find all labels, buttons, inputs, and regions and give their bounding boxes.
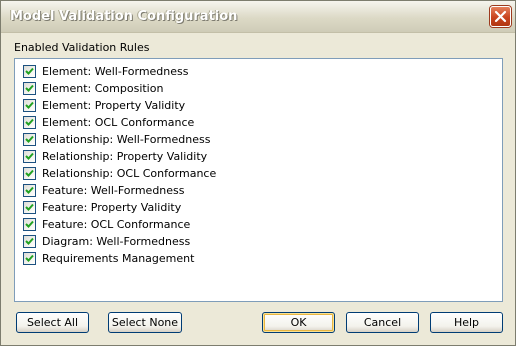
- check-icon: [25, 84, 34, 92]
- rule-checkbox[interactable]: [23, 149, 36, 163]
- check-icon: [25, 186, 34, 194]
- rule-label: Relationship: OCL Conformance: [42, 166, 217, 180]
- cancel-button[interactable]: Cancel: [346, 312, 419, 333]
- select-none-button[interactable]: Select None: [108, 312, 182, 333]
- rule-item[interactable]: Relationship: Well-Formedness: [23, 131, 210, 147]
- rule-label: Feature: Property Validity: [42, 200, 182, 214]
- rule-checkbox[interactable]: [23, 183, 36, 197]
- rule-item[interactable]: Element: Well-Formedness: [23, 63, 189, 79]
- check-icon: [25, 237, 34, 245]
- check-icon: [25, 254, 34, 262]
- select-all-button[interactable]: Select All: [16, 312, 89, 333]
- rule-label: Requirements Management: [42, 251, 195, 265]
- rule-item[interactable]: Feature: OCL Conformance: [23, 216, 190, 232]
- rule-checkbox[interactable]: [23, 115, 36, 129]
- rule-checkbox[interactable]: [23, 132, 36, 146]
- rules-list[interactable]: Element: Well-Formedness Element: Compos…: [14, 58, 503, 302]
- dialog-window: Model Validation Configuration Enabled V…: [0, 0, 516, 346]
- check-icon: [25, 220, 34, 228]
- rule-item[interactable]: Diagram: Well-Formedness: [23, 233, 190, 249]
- rules-section-label: Enabled Validation Rules: [14, 41, 150, 54]
- check-icon: [25, 101, 34, 109]
- dialog-title: Model Validation Configuration: [10, 9, 238, 24]
- rule-label: Diagram: Well-Formedness: [42, 234, 191, 248]
- close-button[interactable]: [490, 6, 511, 27]
- ok-button[interactable]: OK: [262, 312, 335, 333]
- rule-label: Element: OCL Conformance: [42, 115, 195, 129]
- rule-checkbox[interactable]: [23, 251, 36, 265]
- check-icon: [25, 67, 34, 75]
- rule-label: Element: Well-Formedness: [42, 64, 189, 78]
- check-icon: [25, 152, 34, 160]
- rule-item[interactable]: Relationship: Property Validity: [23, 148, 207, 164]
- rule-label: Element: Composition: [42, 81, 164, 95]
- rule-item[interactable]: Element: Property Validity: [23, 97, 185, 113]
- check-icon: [25, 169, 34, 177]
- rule-item[interactable]: Feature: Property Validity: [23, 199, 181, 215]
- check-icon: [25, 203, 34, 211]
- help-button[interactable]: Help: [430, 312, 503, 333]
- rule-label: Feature: OCL Conformance: [42, 217, 191, 231]
- rule-checkbox[interactable]: [23, 81, 36, 95]
- rule-item[interactable]: Element: Composition: [23, 80, 163, 96]
- rule-item[interactable]: Feature: Well-Formedness: [23, 182, 185, 198]
- rule-item[interactable]: Relationship: OCL Conformance: [23, 165, 216, 181]
- rule-checkbox[interactable]: [23, 64, 36, 78]
- close-icon: [494, 10, 507, 23]
- rule-checkbox[interactable]: [23, 200, 36, 214]
- rule-checkbox[interactable]: [23, 166, 36, 180]
- rule-checkbox[interactable]: [23, 98, 36, 112]
- rule-label: Feature: Well-Formedness: [42, 183, 185, 197]
- title-bar[interactable]: Model Validation Configuration: [1, 1, 515, 33]
- rule-label: Relationship: Property Validity: [42, 149, 208, 163]
- rule-item[interactable]: Requirements Management: [23, 250, 194, 266]
- rule-label: Element: Property Validity: [42, 98, 186, 112]
- check-icon: [25, 118, 34, 126]
- rule-item[interactable]: Element: OCL Conformance: [23, 114, 194, 130]
- rule-checkbox[interactable]: [23, 217, 36, 231]
- rule-label: Relationship: Well-Formedness: [42, 132, 211, 146]
- rule-checkbox[interactable]: [23, 234, 36, 248]
- check-icon: [25, 135, 34, 143]
